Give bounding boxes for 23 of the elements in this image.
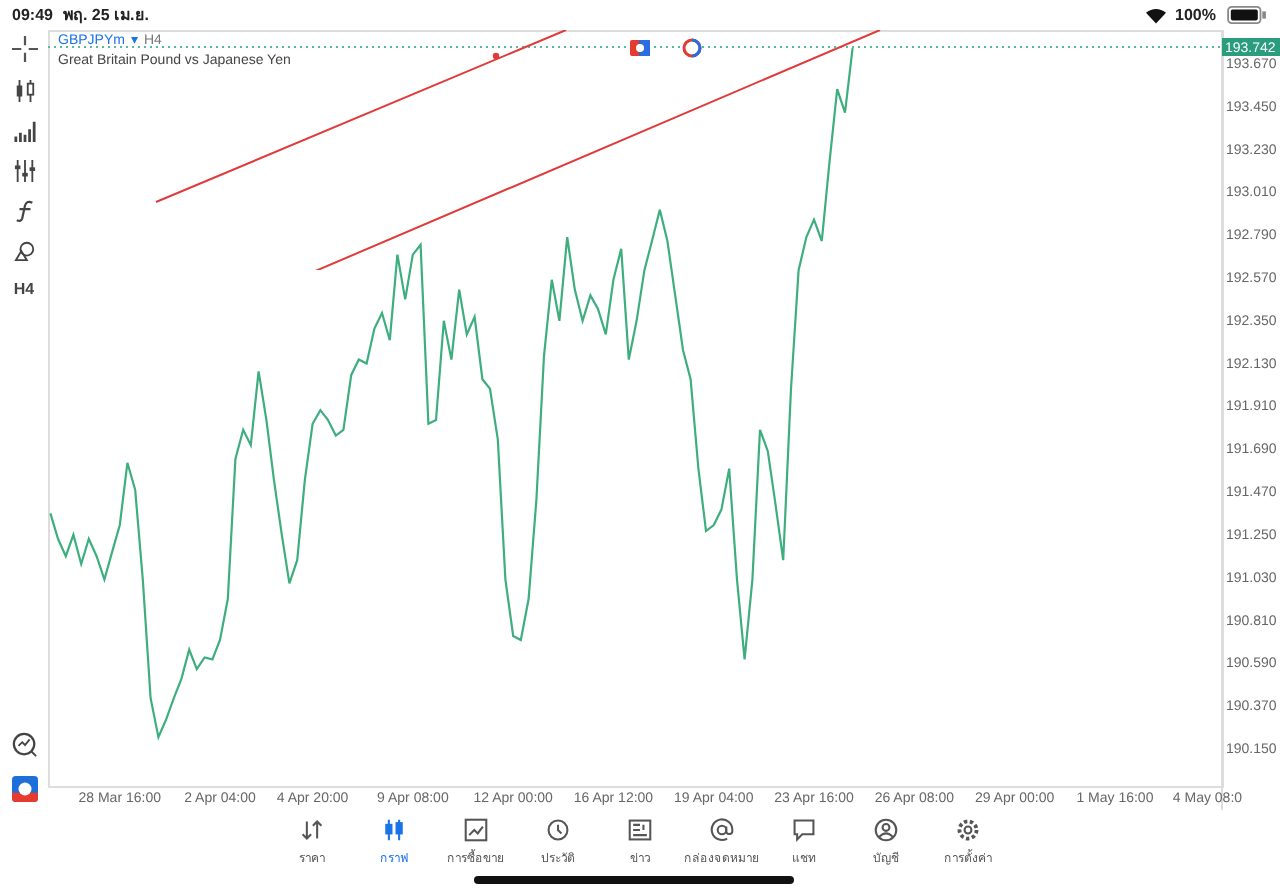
candlestick-icon bbox=[382, 818, 406, 842]
battery-icon bbox=[1226, 6, 1268, 24]
person-icon bbox=[874, 818, 898, 842]
battery-percent: 100% bbox=[1175, 6, 1216, 24]
crosshair-icon[interactable] bbox=[11, 36, 37, 62]
status-time: 09:49 bbox=[12, 6, 53, 24]
shapes-icon[interactable] bbox=[13, 240, 35, 262]
newspaper-icon bbox=[628, 818, 652, 842]
timeframe-button[interactable]: H4 bbox=[13, 280, 35, 298]
settings-icon bbox=[956, 818, 980, 842]
chart-search-icon[interactable] bbox=[11, 732, 37, 758]
at-sign-icon bbox=[710, 818, 734, 842]
wifi-icon bbox=[1145, 7, 1166, 23]
updown-arrows-icon bbox=[300, 818, 324, 842]
line-chart-icon bbox=[464, 818, 488, 842]
candlestick-icon[interactable] bbox=[13, 80, 35, 102]
app-logo-icon[interactable] bbox=[11, 776, 37, 802]
status-date: พฤ. 25 เม.ย. bbox=[62, 4, 149, 28]
speech-bubble-icon bbox=[792, 818, 816, 842]
function-icon[interactable] bbox=[13, 200, 35, 222]
sliders-icon[interactable] bbox=[13, 160, 35, 182]
camera-icon[interactable] bbox=[630, 40, 650, 56]
bar-chart-icon[interactable] bbox=[13, 120, 35, 142]
